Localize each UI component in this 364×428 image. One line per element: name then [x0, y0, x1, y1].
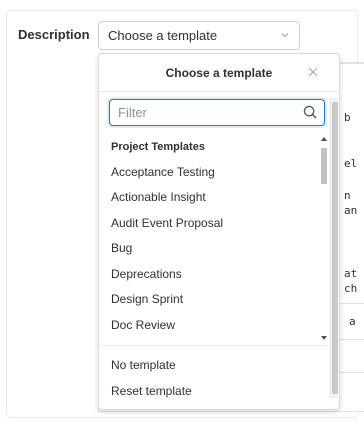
template-select[interactable]: Choose a template	[98, 21, 300, 50]
list-item[interactable]: Design Sprint	[99, 286, 327, 311]
dropdown-title: Choose a template	[165, 66, 273, 80]
page: Description Choose a template b el n an …	[0, 0, 364, 428]
search-icon	[303, 105, 317, 119]
dropdown-header: Choose a template	[99, 54, 339, 92]
editor-text-fragment: b	[344, 111, 351, 124]
template-select-value: Choose a template	[108, 28, 218, 43]
no-template-option[interactable]: No template	[99, 352, 327, 377]
filter-field[interactable]	[109, 99, 325, 126]
dropdown-scrollbar-thumb[interactable]	[332, 102, 338, 394]
scroll-up-arrow-icon[interactable]	[320, 136, 328, 142]
editor-text-fragment: a	[349, 315, 356, 328]
footer-divider	[99, 345, 327, 346]
list-item[interactable]: Deprecations	[99, 261, 327, 286]
editor-divider	[339, 303, 364, 304]
editor-divider	[339, 372, 364, 373]
editor-text-fragment: el	[344, 157, 358, 170]
list-scrollbar[interactable]	[319, 134, 328, 343]
editor-divider	[339, 339, 364, 340]
list-item[interactable]: Actionable Insight	[99, 184, 327, 209]
editor-text-fragment: ch	[344, 282, 358, 295]
filter-input[interactable]	[110, 100, 300, 125]
list-item[interactable]: Audit Event Proposal	[99, 210, 327, 235]
group-header: Project Templates	[111, 141, 205, 153]
list-scrollbar-thumb[interactable]	[321, 148, 327, 184]
list-item[interactable]: Bug	[99, 235, 327, 260]
editor-text-fragment: an	[344, 204, 358, 217]
template-list: Project Templates Acceptance Testing Act…	[99, 134, 327, 343]
reset-template-option[interactable]: Reset template	[99, 378, 327, 403]
description-label: Description	[18, 27, 90, 42]
dropdown-scrollbar[interactable]	[330, 98, 338, 398]
close-icon[interactable]	[307, 66, 319, 78]
scroll-down-arrow-icon[interactable]	[320, 335, 328, 341]
template-dropdown: Choose a template Project Templates Acce…	[98, 53, 340, 410]
editor-divider	[339, 63, 364, 64]
list-item[interactable]: Doc Review	[99, 312, 327, 337]
list-item[interactable]: Acceptance Testing	[99, 159, 327, 184]
editor-text-fragment: n	[344, 189, 351, 202]
chevron-down-icon	[281, 33, 289, 38]
editor-text-fragment: at	[344, 267, 358, 280]
